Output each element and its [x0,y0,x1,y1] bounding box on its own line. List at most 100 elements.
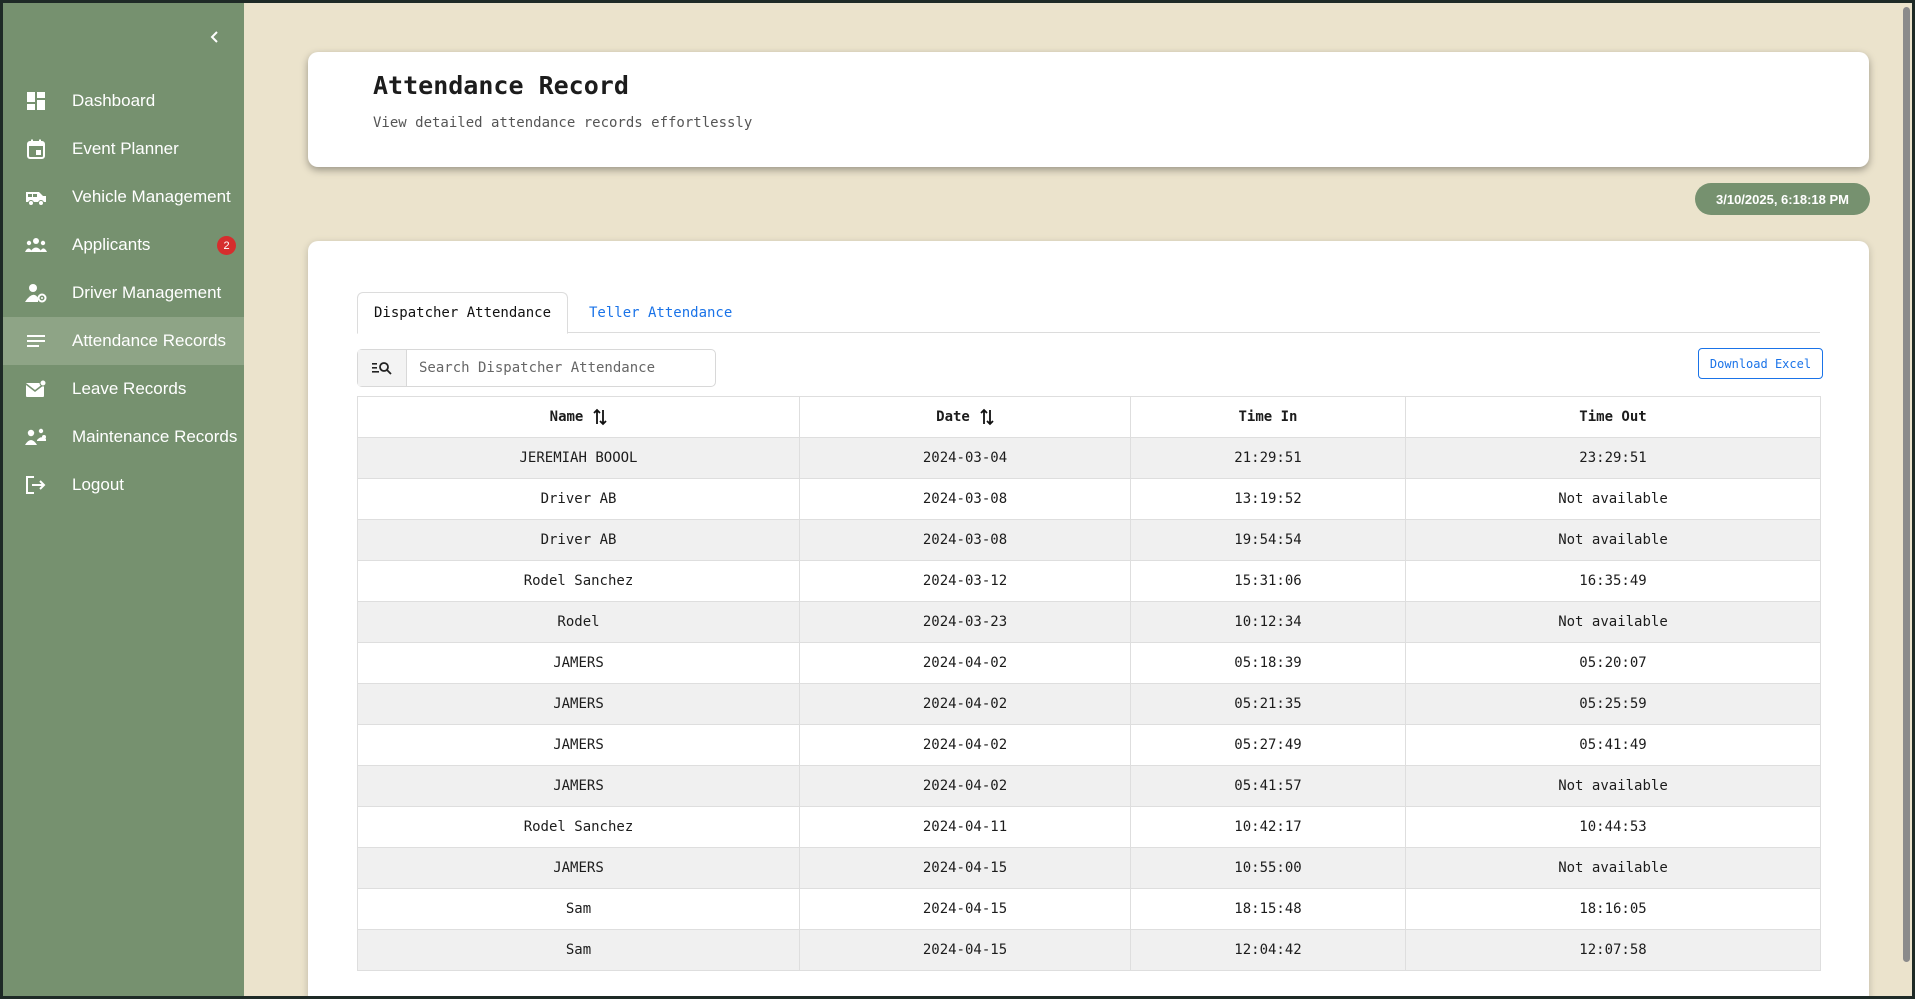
collapse-sidebar-button[interactable] [203,25,227,49]
cell-time-out: 05:20:07 [1405,642,1821,684]
tab-dispatcher-attendance[interactable]: Dispatcher Attendance [357,292,569,334]
cell-date: 2024-03-04 [799,437,1131,479]
cell-time-in: 05:21:35 [1130,683,1406,725]
user-gear-icon [25,282,47,304]
cell-name: JAMERS [357,642,800,684]
logout-icon [25,474,47,496]
cell-date: 2024-04-02 [799,724,1131,766]
cell-time-in: 05:18:39 [1130,642,1406,684]
cell-date: 2024-04-15 [799,847,1131,889]
people-icon [25,234,47,256]
tab-teller-attendance[interactable]: Teller Attendance [573,292,748,333]
sidebar-item-label: Applicants [72,235,151,254]
cell-time-in: 13:19:52 [1130,478,1406,520]
cell-date: 2024-04-15 [799,888,1131,930]
attendance-tabs: Dispatcher Attendance Teller Attendance [357,292,1820,334]
search-icon [358,350,407,386]
chevron-left-icon [210,31,218,43]
table-body: JEREMIAH BOOOL 2024-03-04 21:29:51 23:29:51… [357,437,1821,971]
attendance-card: Dispatcher Attendance Teller Attendance … [308,241,1869,996]
table-row: Driver AB 2024-03-08 13:19:52 Not available [357,478,1821,520]
sidebar-item-label: Dashboard [72,91,156,110]
table-row: JAMERS 2024-04-02 05:18:39 05:20:07 [357,642,1821,684]
table-row: JAMERS 2024-04-15 10:55:00 Not available [357,847,1821,889]
attendance-table: Name Date Time In Time Out JEREMIAH BOOO… [357,396,1821,971]
cell-date: 2024-03-08 [799,519,1131,561]
table-row: Sam 2024-04-15 12:04:42 12:07:58 [357,929,1821,971]
column-header-time-out: Time Out [1405,396,1821,438]
van-icon [25,186,47,208]
sidebar-item-attendance-records[interactable]: Attendance Records [3,317,244,365]
sort-icon[interactable] [980,408,994,426]
search-input[interactable] [407,350,715,386]
cell-name: Sam [357,929,800,971]
cell-name: JAMERS [357,724,800,766]
team-icon [25,426,47,448]
cell-time-in: 10:12:34 [1130,601,1406,643]
cell-time-out: 12:07:58 [1405,929,1821,971]
cell-date: 2024-04-02 [799,765,1131,807]
column-header-name: Name [357,396,800,438]
page-scrollbar[interactable] [1901,3,1912,996]
cell-date: 2024-03-23 [799,601,1131,643]
scrollbar-thumb[interactable] [1903,7,1910,962]
cell-date: 2024-04-15 [799,929,1131,971]
table-row: JEREMIAH BOOOL 2024-03-04 21:29:51 23:29:51 [357,437,1821,479]
applicants-count-badge: 2 [217,236,236,255]
page-title: Attendance Record [373,71,629,100]
sidebar-item-driver-management[interactable]: Driver Management [3,269,244,317]
cell-time-out: 05:25:59 [1405,683,1821,725]
cell-time-out: 05:41:49 [1405,724,1821,766]
sidebar-item-label: Vehicle Management [72,187,231,206]
sidebar-item-dashboard[interactable]: Dashboard [3,77,244,125]
sidebar-item-event-planner[interactable]: Event Planner [3,125,244,173]
attendance-table-wrapper: Name Date Time In Time Out JEREMIAH BOOO… [357,396,1821,971]
search-box [357,349,716,387]
sidebar-item-label: Logout [72,475,124,494]
cell-name: Sam [357,888,800,930]
sidebar: Dashboard Event Planner Vehicle Manageme… [3,3,244,996]
cell-time-out: 23:29:51 [1405,437,1821,479]
sidebar-item-vehicle-management[interactable]: Vehicle Management [3,173,244,221]
cell-time-out: Not available [1405,601,1821,643]
sidebar-item-label: Maintenance Records [72,427,238,446]
cell-date: 2024-04-02 [799,683,1131,725]
cell-time-in: 18:15:48 [1130,888,1406,930]
table-header-row: Name Date Time In Time Out [357,396,1821,438]
cell-time-in: 21:29:51 [1130,437,1406,479]
mail-icon [25,378,47,400]
cell-name: Rodel Sanchez [357,806,800,848]
cell-date: 2024-03-08 [799,478,1131,520]
cell-name: Rodel [357,601,800,643]
page-subtitle: View detailed attendance records effortl… [373,115,753,131]
cell-time-in: 15:31:06 [1130,560,1406,602]
table-row: Rodel 2024-03-23 10:12:34 Not available [357,601,1821,643]
table-row: Sam 2024-04-15 18:15:48 18:16:05 [357,888,1821,930]
sidebar-item-label: Leave Records [72,379,187,398]
cell-time-out: Not available [1405,519,1821,561]
sidebar-item-leave-records[interactable]: Leave Records [3,365,244,413]
table-row: JAMERS 2024-04-02 05:21:35 05:25:59 [357,683,1821,725]
download-excel-button[interactable]: Download Excel [1698,348,1823,379]
sidebar-item-logout[interactable]: Logout [3,461,244,509]
cell-time-in: 05:41:57 [1130,765,1406,807]
sidebar-item-applicants[interactable]: Applicants 2 [3,221,244,269]
table-row: JAMERS 2024-04-02 05:41:57 Not available [357,765,1821,807]
table-row: Rodel Sanchez 2024-04-11 10:42:17 10:44:53 [357,806,1821,848]
app-frame: Dashboard Event Planner Vehicle Manageme… [3,3,1912,996]
sidebar-item-label: Driver Management [72,283,222,302]
sort-icon[interactable] [593,408,607,426]
sidebar-nav: Dashboard Event Planner Vehicle Manageme… [3,77,244,509]
cell-time-out: 18:16:05 [1405,888,1821,930]
cell-time-out: Not available [1405,847,1821,889]
cell-name: Rodel Sanchez [357,560,800,602]
cell-time-out: 16:35:49 [1405,560,1821,602]
cell-name: Driver AB [357,478,800,520]
cell-time-in: 10:55:00 [1130,847,1406,889]
table-row: Rodel Sanchez 2024-03-12 15:31:06 16:35:49 [357,560,1821,602]
cell-time-out: Not available [1405,765,1821,807]
sidebar-item-label: Attendance Records [72,331,227,350]
cell-date: 2024-04-11 [799,806,1131,848]
sidebar-item-maintenance-records[interactable]: Maintenance Records [3,413,244,461]
cell-name: JAMERS [357,683,800,725]
